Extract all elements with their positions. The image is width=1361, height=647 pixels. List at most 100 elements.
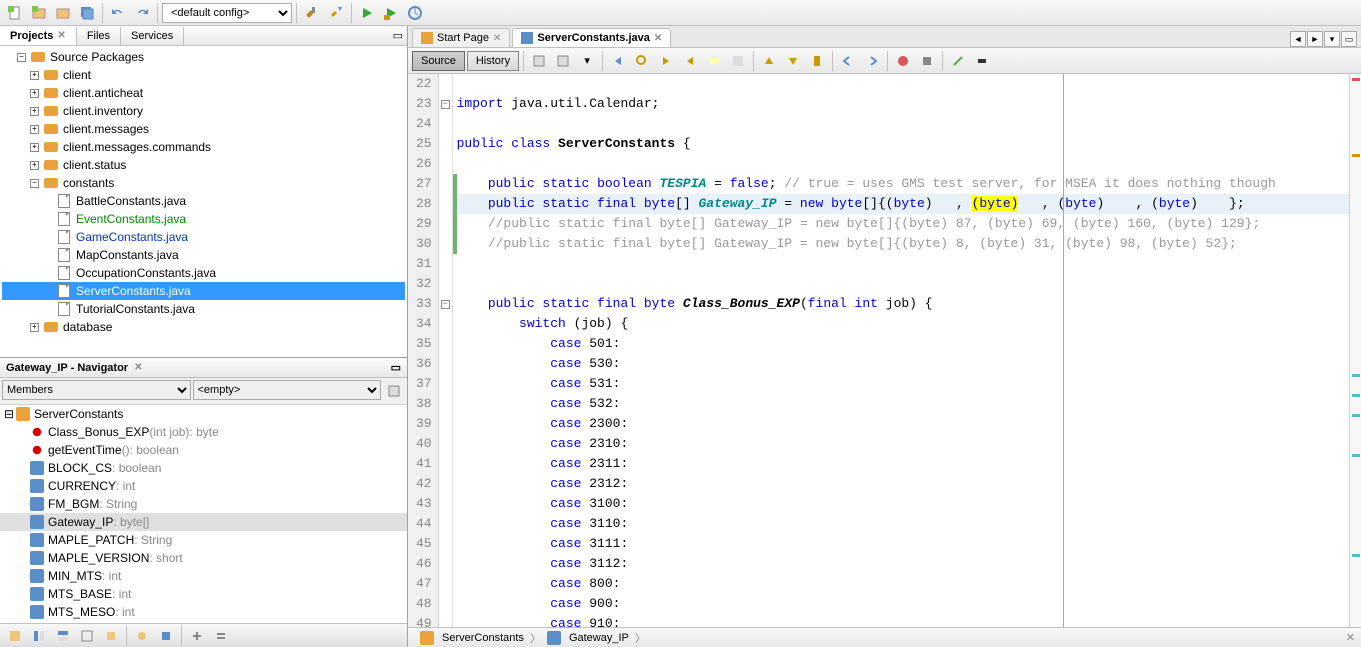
code-line[interactable]: case 2311: (453, 454, 1349, 474)
new-project-button[interactable] (28, 2, 50, 24)
profile-button[interactable] (404, 2, 426, 24)
code-line[interactable]: case 900: (453, 594, 1349, 614)
source-view-button[interactable]: Source (412, 51, 465, 71)
code-line[interactable]: switch (job) { (453, 314, 1349, 334)
code-line[interactable]: case 3110: (453, 514, 1349, 534)
nav-member[interactable]: Class_Bonus_EXP(int job) : byte (0, 423, 407, 441)
back-button[interactable] (607, 50, 629, 72)
stop-macro-button[interactable] (916, 50, 938, 72)
debug-button[interactable] (380, 2, 402, 24)
code-line[interactable]: public static boolean TESPIA = false; //… (453, 174, 1349, 194)
toggle-highlight-button[interactable] (703, 50, 725, 72)
tree-file[interactable]: ServerConstants.java (2, 282, 405, 300)
nav-btn-5[interactable] (100, 625, 122, 647)
code-line[interactable] (453, 74, 1349, 94)
nav-member[interactable]: MAPLE_PATCH : String (0, 531, 407, 549)
code-line[interactable]: public static final byte Class_Bonus_EXP… (453, 294, 1349, 314)
save-all-button[interactable] (76, 2, 98, 24)
tree-package[interactable]: +client.messages.commands (2, 138, 405, 156)
code-line[interactable] (453, 114, 1349, 134)
close-icon[interactable]: ✕ (57, 30, 65, 41)
shift-left-button[interactable] (837, 50, 859, 72)
tab-projects[interactable]: Projects ✕ (0, 27, 77, 45)
tab-services[interactable]: Services (121, 27, 184, 45)
new-file-button[interactable] (4, 2, 26, 24)
members-filter-select[interactable]: Members (2, 380, 191, 400)
open-button[interactable] (52, 2, 74, 24)
tree-file[interactable]: GameConstants.java (2, 228, 405, 246)
nav-btn-7[interactable] (155, 625, 177, 647)
code-line[interactable]: case 530: (453, 354, 1349, 374)
nav-member[interactable]: MAPLE_VERSION : short (0, 549, 407, 567)
tree-file[interactable]: OccupationConstants.java (2, 264, 405, 282)
tree-file[interactable]: EventConstants.java (2, 210, 405, 228)
code-line[interactable] (453, 254, 1349, 274)
line-gutter[interactable]: 2223242526272829303132333435363738394041… (408, 74, 439, 627)
code-line[interactable]: case 2310: (453, 434, 1349, 454)
breadcrumb-class[interactable]: ServerConstants (414, 631, 530, 645)
projects-tree[interactable]: −Source Packages+client+client.anticheat… (0, 46, 407, 357)
nav-member[interactable]: BLOCK_CS : boolean (0, 459, 407, 477)
shift-right-button[interactable] (861, 50, 883, 72)
nav-btn-3[interactable] (52, 625, 74, 647)
tree-file[interactable]: TutorialConstants.java (2, 300, 405, 318)
editor-btn[interactable] (552, 50, 574, 72)
close-icon[interactable]: ✕ (1346, 631, 1355, 644)
prev-bookmark-button[interactable] (758, 50, 780, 72)
code-line[interactable]: case 531: (453, 374, 1349, 394)
nav-member[interactable]: MTS_MESO : int (0, 603, 407, 621)
editor-btn[interactable] (727, 50, 749, 72)
close-icon[interactable]: ✕ (654, 33, 662, 44)
tree-root[interactable]: −Source Packages (2, 48, 405, 66)
code-line[interactable]: case 2300: (453, 414, 1349, 434)
code-line[interactable]: import java.util.Calendar; (453, 94, 1349, 114)
nav-member[interactable]: CURRENCY : int (0, 477, 407, 495)
code-line[interactable] (453, 154, 1349, 174)
code-line[interactable]: case 800: (453, 574, 1349, 594)
history-view-button[interactable]: History (467, 51, 519, 71)
tab-server-constants[interactable]: ServerConstants.java ✕ (512, 28, 671, 47)
tree-package[interactable]: +client.inventory (2, 102, 405, 120)
redo-button[interactable] (131, 2, 153, 24)
nav-btn-2[interactable] (28, 625, 50, 647)
code-line[interactable]: case 501: (453, 334, 1349, 354)
code-line[interactable]: public class ServerConstants { (453, 134, 1349, 154)
tree-package[interactable]: +client.messages (2, 120, 405, 138)
tree-package[interactable]: +client.anticheat (2, 84, 405, 102)
nav-member[interactable]: getEventTime() : boolean (0, 441, 407, 459)
find-prev-button[interactable] (655, 50, 677, 72)
undo-button[interactable] (107, 2, 129, 24)
editor-btn[interactable]: ▾ (576, 50, 598, 72)
nav-member[interactable]: FM_BGM : String (0, 495, 407, 513)
nav-member[interactable]: Gateway_IP : byte[] (0, 513, 407, 531)
next-bookmark-button[interactable] (782, 50, 804, 72)
code-area[interactable]: import java.util.Calendar; public class S… (453, 74, 1349, 627)
empty-filter-select[interactable]: <empty> (193, 380, 382, 400)
fold-gutter[interactable]: −− (439, 74, 453, 627)
code-line[interactable]: case 3112: (453, 554, 1349, 574)
start-macro-button[interactable] (892, 50, 914, 72)
nav-member[interactable]: MIN_MTS : int (0, 567, 407, 585)
tab-start-page[interactable]: Start Page ✕ (412, 28, 510, 47)
toggle-bookmark-button[interactable] (806, 50, 828, 72)
code-line[interactable]: case 910: (453, 614, 1349, 627)
minimize-panel-button[interactable]: ▭ (391, 361, 401, 374)
build-button[interactable] (301, 2, 323, 24)
nav-member[interactable]: MTS_BASE : int (0, 585, 407, 603)
nav-btn-4[interactable] (76, 625, 98, 647)
find-selection-button[interactable] (631, 50, 653, 72)
nav-btn-8[interactable] (186, 625, 208, 647)
code-line[interactable]: case 2312: (453, 474, 1349, 494)
uncomment-button[interactable] (971, 50, 993, 72)
breadcrumb-field[interactable]: Gateway_IP (541, 631, 635, 645)
code-line[interactable] (453, 274, 1349, 294)
tree-file[interactable]: MapConstants.java (2, 246, 405, 264)
code-line[interactable]: case 3111: (453, 534, 1349, 554)
tree-package[interactable]: +client.status (2, 156, 405, 174)
close-icon[interactable]: ✕ (493, 33, 501, 44)
tree-file[interactable]: BattleConstants.java (2, 192, 405, 210)
nav-btn-9[interactable] (210, 625, 232, 647)
minimize-panel-button[interactable]: ▭ (389, 29, 407, 42)
tab-files[interactable]: Files (77, 27, 121, 45)
tree-package[interactable]: +database (2, 318, 405, 336)
